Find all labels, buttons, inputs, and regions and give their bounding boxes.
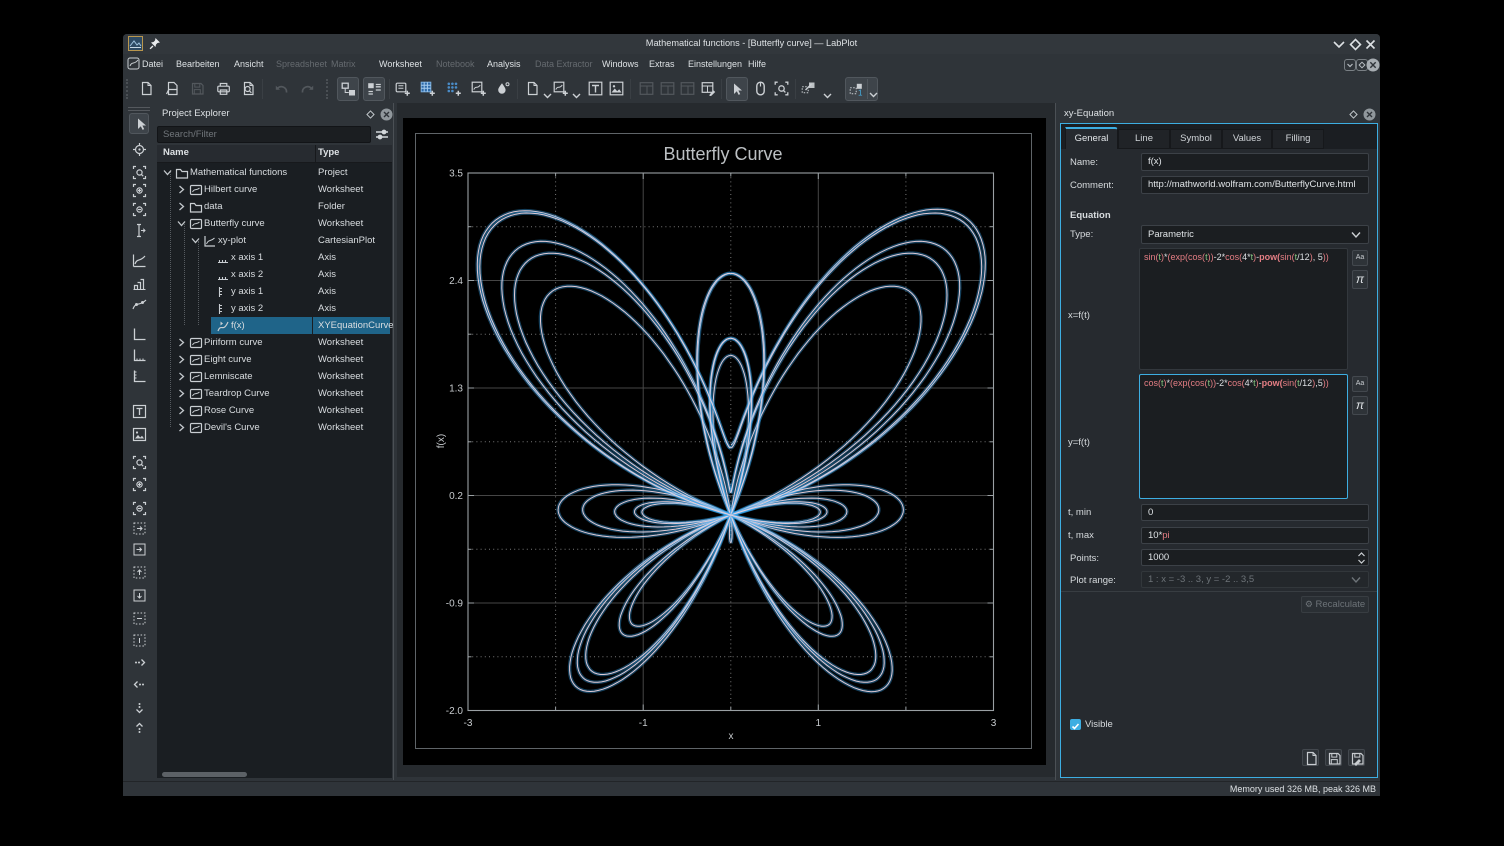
svg-text:3.5: 3.5: [449, 169, 463, 180]
svg-text:1: 1: [858, 89, 863, 98]
svg-text:3: 3: [991, 718, 997, 729]
svg-text:-2.0: -2.0: [446, 706, 464, 717]
svg-text:-0.9: -0.9: [446, 599, 464, 610]
svg-text:Butterfly Curve: Butterfly Curve: [663, 144, 782, 164]
svg-text:1: 1: [816, 718, 822, 729]
svg-text:x: x: [729, 731, 734, 742]
svg-text:1.3: 1.3: [449, 384, 463, 395]
svg-text:0.2: 0.2: [449, 491, 463, 502]
svg-text:-1: -1: [639, 718, 648, 729]
svg-text:2.4: 2.4: [449, 276, 463, 287]
svg-text:-3: -3: [464, 718, 473, 729]
svg-text:f(x): f(x): [436, 434, 447, 448]
